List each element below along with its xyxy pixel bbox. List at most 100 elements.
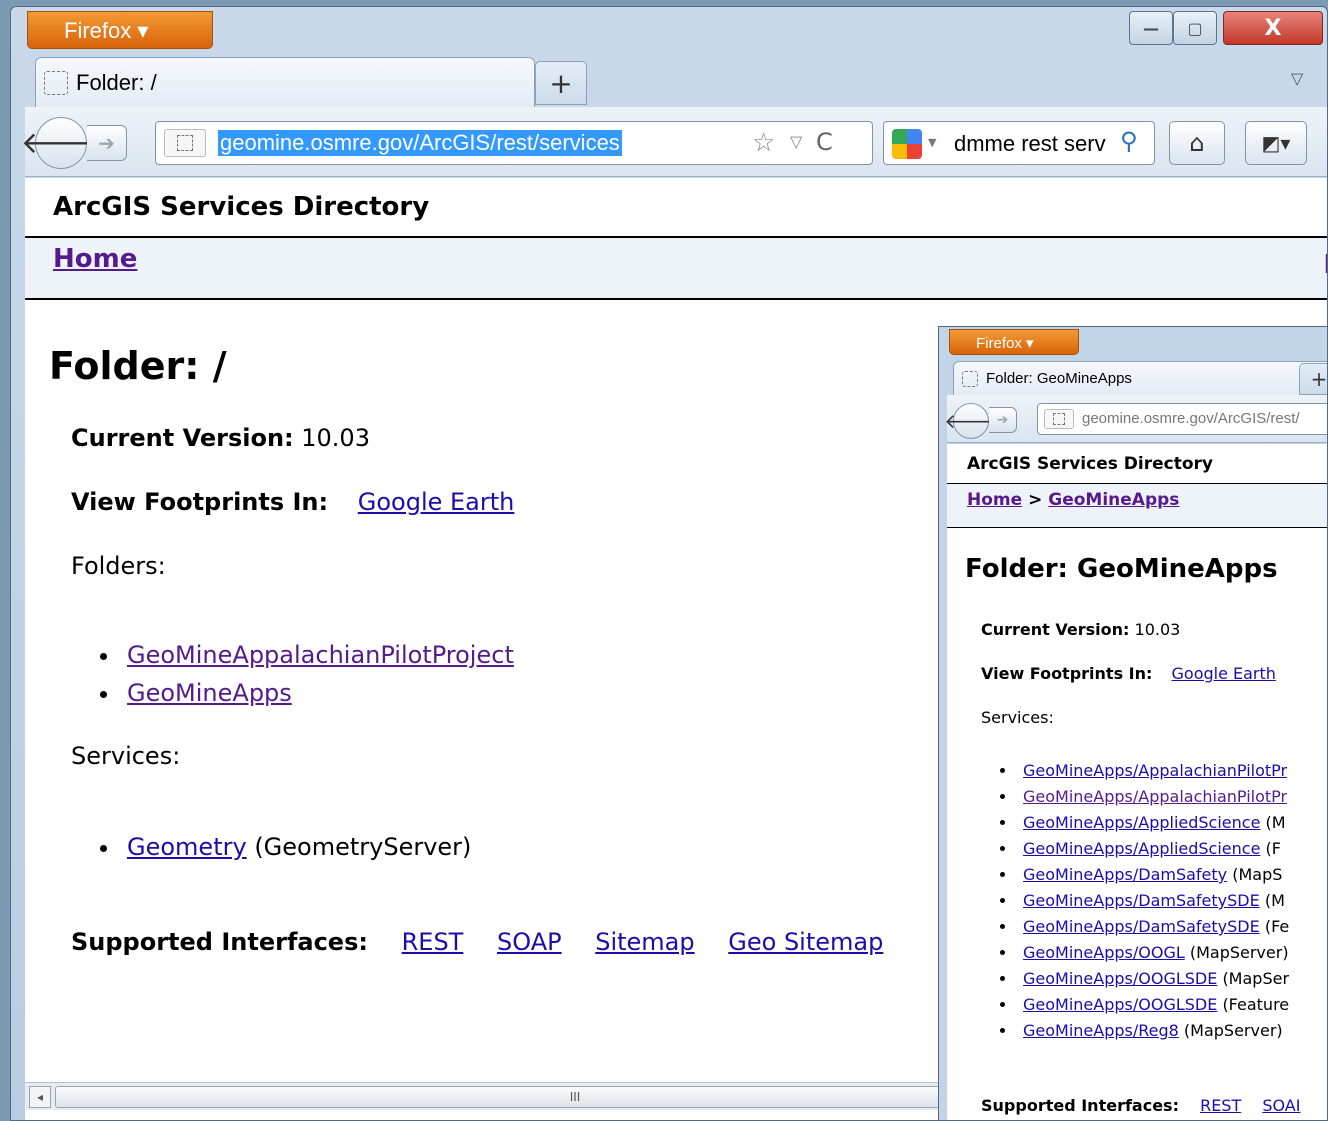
list-item: Geometry (GeometryServer) <box>121 828 471 866</box>
inset-address-bar[interactable]: geomine.osmre.gov/ArcGIS/rest/ <box>1037 403 1327 435</box>
home-button[interactable]: ⌂ <box>1169 121 1225 165</box>
folders-heading: Folders: <box>71 552 166 580</box>
inset-services-heading: Services: <box>981 708 1054 727</box>
breadcrumb: Home <box>25 238 1327 300</box>
inset-back-button[interactable]: 🡐 <box>944 403 998 439</box>
scroll-left-icon[interactable]: ◂ <box>29 1086 51 1108</box>
list-item: GeoMineApps/OOGLSDE (MapSer <box>1017 966 1289 992</box>
geo-sitemap-link[interactable]: Geo Sitemap <box>728 928 883 956</box>
inset-browser-window: Firefox ▾ Folder: GeoMineApps + 🡐 ➔ geom… <box>938 326 1328 1121</box>
tab-title: Folder: / <box>76 69 157 95</box>
minimize-button[interactable]: — <box>1129 11 1173 45</box>
inset-services-list: GeoMineApps/AppalachianPilotPr GeoMineAp… <box>1017 758 1289 1044</box>
inset-favicon-icon <box>962 370 978 387</box>
list-item: GeoMineApps/OOGLSDE (Feature <box>1017 992 1289 1018</box>
list-item: GeoMineAppalachianPilotProject <box>121 636 514 674</box>
search-icon[interactable]: ⚲ <box>1120 127 1138 155</box>
nav-right-link[interactable]: I <box>1323 250 1327 280</box>
tab-list-icon[interactable]: ▽ <box>1291 69 1303 88</box>
search-input[interactable]: dmme rest serv <box>954 131 1106 157</box>
inset-service-link[interactable]: GeoMineApps/AppliedScience <box>1023 813 1260 832</box>
inset-page-title: Folder: GeoMineApps <box>965 554 1278 584</box>
inset-current-version: Current Version: 10.03 <box>981 620 1180 639</box>
inset-service-link[interactable]: GeoMineApps/AppalachianPilotPr <box>1023 787 1287 806</box>
current-version-value: 10.03 <box>301 424 370 452</box>
inset-service-type: (MapS <box>1232 865 1283 884</box>
inset-tab-title: Folder: GeoMineApps <box>986 370 1132 387</box>
inset-service-link[interactable]: GeoMineApps/OOGLSDE <box>1023 995 1217 1014</box>
maximize-button[interactable]: ▢ <box>1173 11 1217 45</box>
sitemap-link[interactable]: Sitemap <box>595 928 694 956</box>
list-item: GeoMineApps/DamSafety (MapS <box>1017 862 1289 888</box>
inset-home-link[interactable]: Home <box>967 490 1022 510</box>
services-list: Geometry (GeometryServer) <box>121 828 471 866</box>
new-tab-button[interactable]: + <box>535 61 587 105</box>
inset-service-link[interactable]: GeoMineApps/AppalachianPilotPr <box>1023 761 1287 780</box>
list-item: GeoMineApps/AppalachianPilotPr <box>1017 758 1289 784</box>
back-button[interactable]: 🡐 <box>21 117 101 169</box>
inset-rest-link[interactable]: REST <box>1200 1096 1241 1115</box>
inset-new-tab-button[interactable]: + <box>1299 363 1327 395</box>
address-bar[interactable]: geomine.osmre.gov/ArcGIS/rest/services ☆… <box>155 121 873 165</box>
current-version-label: Current Version: <box>71 424 294 452</box>
inset-service-link[interactable]: GeoMineApps/DamSafetySDE <box>1023 891 1260 910</box>
page-favicon-icon <box>44 70 68 95</box>
inset-service-type: (Fe <box>1264 917 1290 936</box>
google-engine-icon[interactable] <box>892 129 922 159</box>
bookmarks-button[interactable]: ◩▾ <box>1245 121 1307 165</box>
forward-button[interactable]: ➔ <box>87 125 127 161</box>
inset-forward-button[interactable]: ➔ <box>989 407 1017 433</box>
list-item: GeoMineApps/AppliedScience (M <box>1017 810 1289 836</box>
google-earth-link[interactable]: Google Earth <box>358 488 515 516</box>
inset-supported-interfaces: Supported Interfaces: REST SOAI <box>981 1096 1300 1115</box>
list-item: GeoMineApps/DamSafetySDE (M <box>1017 888 1289 914</box>
inset-folder-link[interactable]: GeoMineApps <box>1048 490 1179 510</box>
folder-link[interactable]: GeoMineAppalachianPilotProject <box>127 641 514 669</box>
service-link[interactable]: Geometry <box>127 833 247 861</box>
inset-site-header: ArcGIS Services Directory <box>947 444 1327 484</box>
inset-service-link[interactable]: GeoMineApps/Reg8 <box>1023 1021 1179 1040</box>
inset-service-link[interactable]: GeoMineApps/OOGLSDE <box>1023 969 1217 988</box>
inset-interfaces-label: Supported Interfaces: <box>981 1096 1179 1115</box>
soap-link[interactable]: SOAP <box>497 928 562 956</box>
inset-firefox-menu-button[interactable]: Firefox ▾ <box>949 329 1079 355</box>
view-footprints-label: View Footprints In: <box>71 488 329 516</box>
inset-service-type: (Feature <box>1222 995 1290 1014</box>
inset-service-link[interactable]: GeoMineApps/DamSafetySDE <box>1023 917 1260 936</box>
view-footprints: View Footprints In: Google Earth <box>71 488 514 516</box>
interfaces-label: Supported Interfaces: <box>71 928 368 956</box>
site-header: ArcGIS Services Directory <box>25 178 1327 238</box>
inset-service-type: (M <box>1264 891 1285 910</box>
inset-service-link[interactable]: GeoMineApps/AppliedScience <box>1023 839 1260 858</box>
engine-dropdown-icon[interactable]: ▼ <box>928 136 936 149</box>
inset-current-version-label: Current Version: <box>981 620 1130 639</box>
inset-service-link[interactable]: GeoMineApps/DamSafety <box>1023 865 1227 884</box>
url-text[interactable]: geomine.osmre.gov/ArcGIS/rest/services <box>218 130 622 156</box>
inset-service-type: (MapServer) <box>1183 1021 1283 1040</box>
inset-service-link[interactable]: GeoMineApps/OOGL <box>1023 943 1185 962</box>
bookmark-star-icon[interactable]: ☆ <box>752 128 775 158</box>
url-dropdown-icon[interactable]: ▽ <box>790 132 802 151</box>
home-link[interactable]: Home <box>53 244 137 274</box>
rest-link[interactable]: REST <box>402 928 464 956</box>
folders-list: GeoMineAppalachianPilotProject GeoMineAp… <box>121 636 514 712</box>
services-heading: Services: <box>71 742 181 770</box>
inset-current-version-value: 10.03 <box>1134 620 1181 639</box>
inset-navigation-toolbar: 🡐 ➔ geomine.osmre.gov/ArcGIS/rest/ <box>944 395 1327 443</box>
reload-icon[interactable]: C <box>816 128 833 156</box>
tab-folder-root[interactable]: Folder: / <box>35 57 535 107</box>
site-identity-icon[interactable] <box>164 129 206 157</box>
inset-service-type: (MapServer) <box>1189 943 1289 962</box>
inset-breadcrumb: Home > GeoMineApps <box>947 484 1327 528</box>
inset-tab-geomineapps[interactable]: Folder: GeoMineApps <box>953 361 1327 395</box>
inset-url-text[interactable]: geomine.osmre.gov/ArcGIS/rest/ <box>1082 410 1300 427</box>
search-bar[interactable]: ▼ dmme rest serv ⚲ <box>883 121 1155 165</box>
current-version: Current Version: 10.03 <box>71 424 370 452</box>
inset-site-identity-icon[interactable] <box>1044 409 1074 429</box>
inset-google-earth-link[interactable]: Google Earth <box>1172 664 1276 683</box>
inset-soap-link[interactable]: SOAI <box>1262 1096 1300 1115</box>
folder-link[interactable]: GeoMineApps <box>127 679 292 707</box>
close-button[interactable]: X <box>1223 11 1323 45</box>
firefox-menu-button[interactable]: Firefox ▾ <box>27 11 213 49</box>
inset-service-type: (M <box>1265 813 1286 832</box>
